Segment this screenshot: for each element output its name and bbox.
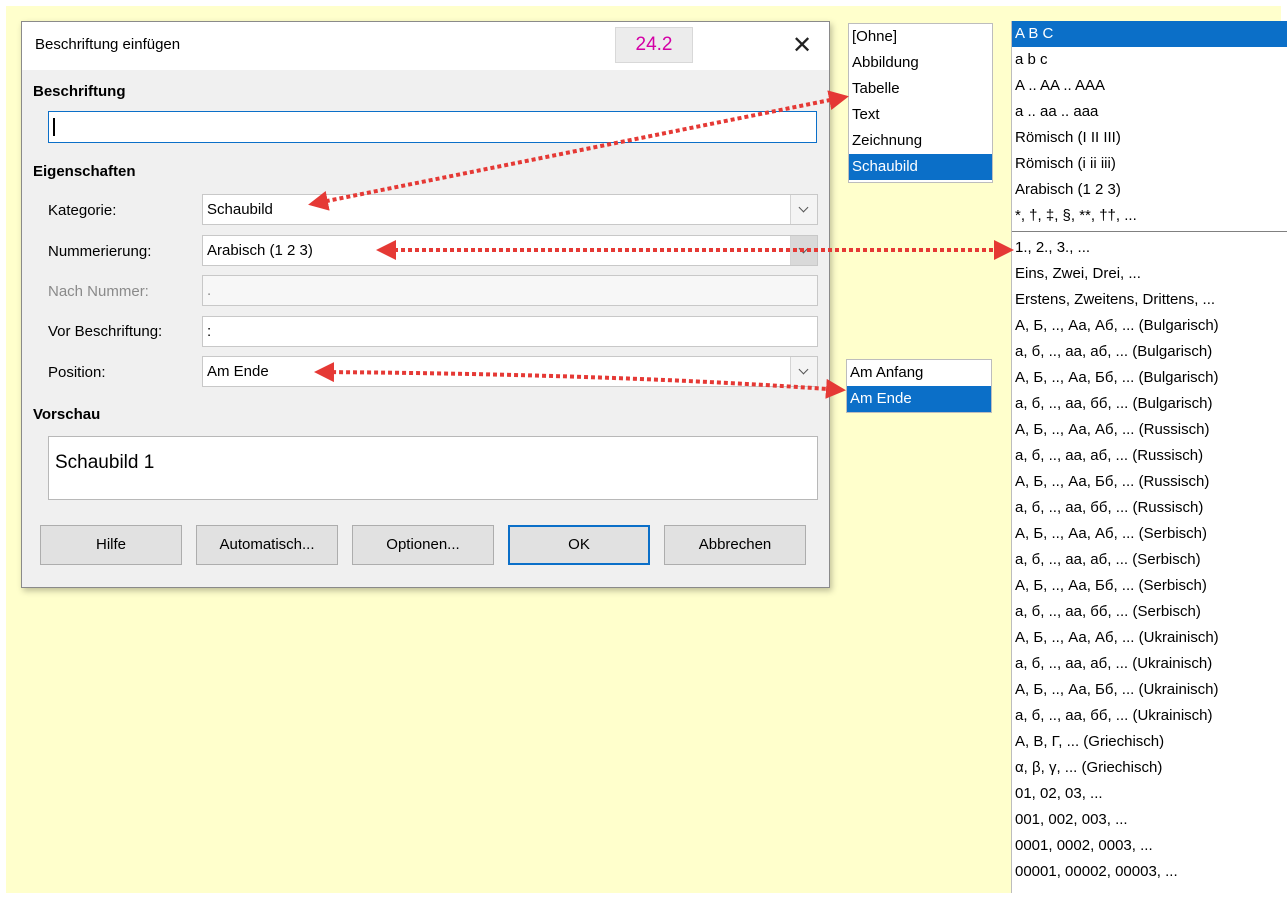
list-item[interactable]: А, Б, .., Аа, Бб, ... (Serbisch): [1012, 573, 1287, 599]
list-item[interactable]: 001, 002, 003, ...: [1012, 807, 1287, 833]
list-item[interactable]: а, б, .., аа, аб, ... (Serbisch): [1012, 547, 1287, 573]
version-badge: 24.2: [615, 27, 693, 63]
position-list: Am Anfang Am Ende: [846, 359, 992, 413]
close-icon[interactable]: ✕: [786, 30, 818, 62]
list-item[interactable]: Text: [849, 102, 992, 128]
before-caption-field[interactable]: :: [202, 316, 818, 347]
position-label: Position:: [48, 364, 106, 381]
category-dropdown[interactable]: Schaubild: [202, 194, 818, 225]
list-item[interactable]: А, Б, .., Аа, Бб, ... (Bulgarisch): [1012, 365, 1287, 391]
list-item[interactable]: Abbildung: [849, 50, 992, 76]
chevron-down-icon[interactable]: [790, 236, 817, 265]
list-item[interactable]: А, Б, .., Аа, Аб, ... (Ukrainisch): [1012, 625, 1287, 651]
insert-caption-dialog: Beschriftung einfügen 24.2 ✕ Beschriftun…: [21, 21, 830, 588]
cancel-button[interactable]: Abbrechen: [664, 525, 806, 565]
list-item[interactable]: А, Б, .., Аа, Аб, ... (Russisch): [1012, 417, 1287, 443]
list-item[interactable]: А, Б, .., Аа, Аб, ... (Bulgarisch): [1012, 313, 1287, 339]
list-item[interactable]: 0001, 0002, 0003, ...: [1012, 833, 1287, 859]
list-item[interactable]: Arabisch (1 2 3): [1012, 177, 1287, 203]
list-item[interactable]: 00001, 00002, 00003, ...: [1012, 859, 1287, 885]
list-item[interactable]: Eins, Zwei, Drei, ...: [1012, 261, 1287, 287]
before-caption-label: Vor Beschriftung:: [48, 323, 163, 340]
category-label: Kategorie:: [48, 202, 117, 219]
dialog-title: Beschriftung einfügen: [35, 36, 181, 53]
text-caret: [53, 118, 55, 136]
category-value: Schaubild: [207, 201, 273, 218]
list-item[interactable]: Tabelle: [849, 76, 992, 102]
list-item[interactable]: *, †, ‡, §, **, ††, ...: [1012, 203, 1287, 229]
category-list: [Ohne] Abbildung Tabelle Text Zeichnung Schau…: [848, 23, 993, 183]
after-number-label: Nach Nummer:: [48, 283, 149, 300]
list-item[interactable]: Α, Β, Γ, ... (Griechisch): [1012, 729, 1287, 755]
preview-box: Schaubild 1: [48, 436, 818, 500]
list-item[interactable]: А, Б, .., Аа, Аб, ... (Serbisch): [1012, 521, 1287, 547]
preview-heading: Vorschau: [33, 406, 101, 423]
list-item[interactable]: Am Ende: [847, 386, 991, 412]
numbering-label: Nummerierung:: [48, 243, 152, 260]
help-button[interactable]: Hilfe: [40, 525, 182, 565]
list-item[interactable]: Römisch (I II III): [1012, 125, 1287, 151]
list-item[interactable]: A .. AA .. AAA: [1012, 73, 1287, 99]
numbering-value: Arabisch (1 2 3): [207, 242, 313, 259]
list-item[interactable]: 01, 02, 03, ...: [1012, 781, 1287, 807]
after-number-value: .: [207, 282, 212, 299]
list-item[interactable]: а, б, .., аа, аб, ... (Russisch): [1012, 443, 1287, 469]
list-item[interactable]: a .. aa .. aaa: [1012, 99, 1287, 125]
list-item[interactable]: а, б, .., аа, бб, ... (Bulgarisch): [1012, 391, 1287, 417]
list-separator: [1012, 231, 1287, 232]
chevron-down-icon[interactable]: [790, 195, 817, 224]
list-item[interactable]: Erstens, Zweitens, Drittens, ...: [1012, 287, 1287, 313]
options-button[interactable]: Optionen...: [352, 525, 494, 565]
list-item[interactable]: Schaubild: [849, 154, 992, 180]
list-item[interactable]: а, б, .., аа, бб, ... (Ukrainisch): [1012, 703, 1287, 729]
title-bar: Beschriftung einfügen 24.2 ✕: [22, 22, 829, 70]
list-item[interactable]: Zeichnung: [849, 128, 992, 154]
numbering-dropdown[interactable]: Arabisch (1 2 3): [202, 235, 818, 266]
after-number-field[interactable]: .: [202, 275, 818, 306]
automatic-button[interactable]: Automatisch...: [196, 525, 338, 565]
list-item[interactable]: а, б, .., аа, бб, ... (Serbisch): [1012, 599, 1287, 625]
list-item[interactable]: A B C: [1012, 21, 1287, 47]
list-item[interactable]: А, Б, .., Аа, Бб, ... (Russisch): [1012, 469, 1287, 495]
list-item[interactable]: Am Anfang: [847, 360, 991, 386]
list-item[interactable]: А, Б, .., Аа, Бб, ... (Ukrainisch): [1012, 677, 1287, 703]
position-dropdown[interactable]: Am Ende: [202, 356, 818, 387]
list-item[interactable]: а, б, .., аа, бб, ... (Russisch): [1012, 495, 1287, 521]
numbering-list: A B Ca b cA .. AA .. AAA a .. aa .. aaa Rö…: [1011, 21, 1287, 893]
properties-heading: Eigenschaften: [33, 163, 136, 180]
list-item[interactable]: 1., 2., 3., ...: [1012, 235, 1287, 261]
position-value: Am Ende: [207, 363, 269, 380]
before-caption-value: :: [207, 323, 212, 340]
chevron-down-icon[interactable]: [790, 357, 817, 386]
list-item[interactable]: α, β, γ, ... (Griechisch): [1012, 755, 1287, 781]
preview-text: Schaubild 1: [55, 452, 155, 473]
caption-input[interactable]: [48, 111, 817, 143]
list-item[interactable]: a b c: [1012, 47, 1287, 73]
ok-button[interactable]: OK: [508, 525, 650, 565]
list-item[interactable]: [Ohne]: [849, 24, 992, 50]
list-item[interactable]: Römisch (i ii iii): [1012, 151, 1287, 177]
list-item[interactable]: а, б, .., аа, аб, ... (Ukrainisch): [1012, 651, 1287, 677]
list-item[interactable]: а, б, .., аа, аб, ... (Bulgarisch): [1012, 339, 1287, 365]
caption-heading: Beschriftung: [33, 83, 126, 100]
